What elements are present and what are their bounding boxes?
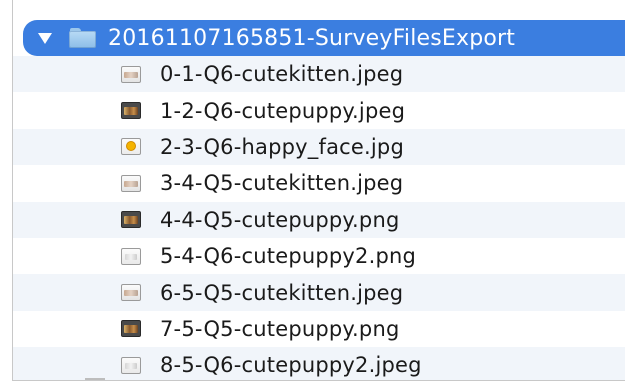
file-row[interactable]: 3-4-Q5-cutekitten.jpeg: [13, 165, 625, 202]
file-name: 3-4-Q5-cutekitten.jpeg: [160, 171, 404, 196]
finder-list-view: 20161107165851-SurveyFilesExport 0-1-Q6-…: [12, 0, 625, 381]
file-row[interactable]: 2-3-Q6-happy_face.jpg: [13, 128, 625, 166]
file-name: 4-4-Q5-cutepuppy.png: [160, 207, 400, 232]
file-name: 0-1-Q6-cutekitten.jpeg: [160, 62, 404, 87]
horizontal-scrollbar[interactable]: [85, 378, 105, 380]
puppy-thumbnail-icon: [121, 211, 141, 229]
file-name: 7-5-Q5-cutepuppy.png: [160, 316, 400, 341]
file-row[interactable]: 1-2-Q6-cutepuppy.jpeg: [13, 92, 625, 129]
puppy2-thumbnail-icon: [121, 247, 141, 265]
kitten-thumbnail-icon: [121, 65, 141, 83]
disclosure-triangle-icon[interactable]: [38, 32, 52, 44]
folder-name: 20161107165851-SurveyFilesExport: [108, 25, 516, 51]
puppy-thumbnail-icon: [121, 102, 141, 120]
kitten-thumbnail-icon: [121, 174, 141, 192]
happy-face-thumbnail-icon: [121, 138, 141, 156]
file-name: 2-3-Q6-happy_face.jpg: [160, 134, 404, 159]
file-row[interactable]: 6-5-Q5-cutekitten.jpeg: [13, 274, 625, 311]
file-row[interactable]: 7-5-Q5-cutepuppy.png: [13, 310, 625, 348]
file-row[interactable]: 0-1-Q6-cutekitten.jpeg: [13, 56, 625, 93]
file-name: 1-2-Q6-cutepuppy.jpeg: [160, 98, 406, 123]
file-name: 6-5-Q5-cutekitten.jpeg: [160, 280, 404, 305]
puppy-thumbnail-icon: [121, 320, 141, 338]
file-row[interactable]: 8-5-Q6-cutepuppy2.jpeg: [13, 347, 625, 380]
file-list: 20161107165851-SurveyFilesExport 0-1-Q6-…: [13, 20, 625, 380]
puppy2-thumbnail-icon: [121, 356, 141, 374]
kitten-thumbnail-icon: [121, 284, 141, 302]
file-row[interactable]: 5-4-Q6-cutepuppy2.png: [13, 237, 625, 275]
folder-icon: [69, 28, 96, 48]
folder-row-selected[interactable]: 20161107165851-SurveyFilesExport: [23, 20, 625, 56]
file-name: 5-4-Q6-cutepuppy2.png: [160, 244, 417, 269]
file-row[interactable]: 4-4-Q5-cutepuppy.png: [13, 201, 625, 238]
file-name: 8-5-Q6-cutepuppy2.jpeg: [160, 353, 422, 378]
